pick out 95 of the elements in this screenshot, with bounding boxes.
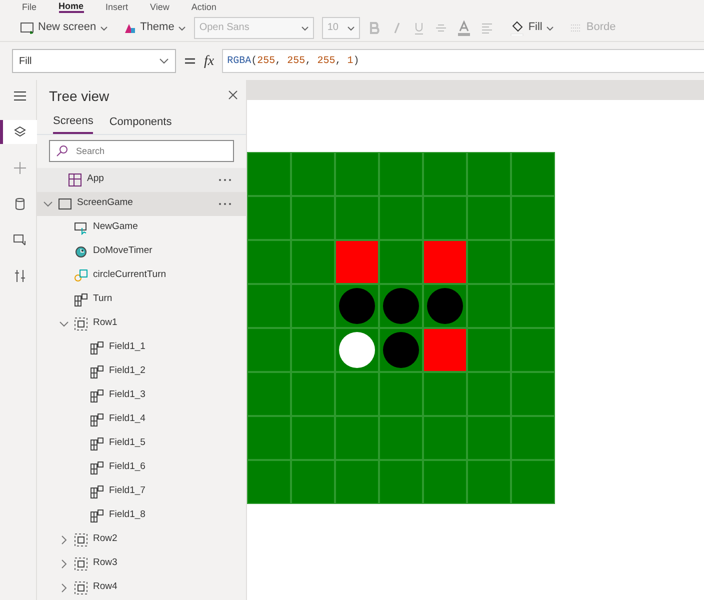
media-icon (12, 233, 26, 247)
app-icon (68, 172, 82, 186)
screen-icon (20, 22, 34, 34)
caret-icon (100, 24, 108, 32)
tree-item[interactable]: Row4 (37, 576, 246, 600)
gallery-icon (90, 412, 104, 426)
item-label: Row2 (93, 532, 118, 546)
menu-tab[interactable]: Action (191, 1, 216, 13)
group-icon (74, 316, 88, 330)
border-icon (570, 22, 582, 34)
button-icon (74, 220, 88, 234)
fx-label: fx (204, 52, 214, 70)
group-icon (74, 532, 88, 546)
tree-item[interactable]: Row2 (37, 528, 246, 552)
tree-item[interactable]: Turn (37, 288, 246, 312)
item-label: Field1_6 (109, 460, 146, 474)
item-label: DoMoveTimer (93, 244, 152, 258)
tree-item[interactable]: Field1_1 (37, 336, 246, 360)
search-field[interactable]: Search (49, 140, 234, 162)
item-label: ScreenGame (77, 196, 133, 210)
caret-icon (159, 57, 169, 65)
tree-item[interactable]: Field1_6 (37, 456, 246, 480)
cylinder-icon (12, 197, 26, 211)
menu-tab[interactable]: File (22, 1, 37, 13)
tree-item[interactable]: Field1_7 (37, 480, 246, 504)
panel-tab[interactable]: Screens (53, 111, 94, 134)
formula-field[interactable]: RGBA(255, 255, 255, 1) (222, 49, 704, 73)
tree-item[interactable]: DoMoveTimer (37, 240, 246, 264)
palette-icon (124, 22, 136, 34)
bold-icon (368, 20, 382, 34)
more-button[interactable] (218, 202, 232, 206)
search-icon (56, 144, 68, 156)
item-label: NewGame (93, 220, 138, 234)
layers-icon (12, 125, 26, 139)
item-label: Field1_4 (109, 412, 146, 426)
tree-item[interactable]: ScreenGame (37, 192, 246, 216)
item-label: Field1_3 (109, 388, 146, 402)
more-button[interactable] (218, 178, 232, 182)
timer-icon (74, 244, 88, 258)
gallery-icon (90, 388, 104, 402)
tree-item[interactable]: Field1_4 (37, 408, 246, 432)
shapes-icon (74, 268, 88, 282)
panel-title: Tree view (48, 87, 110, 106)
item-label: Row3 (93, 556, 118, 570)
tree-item[interactable]: NewGame (37, 216, 246, 240)
gallery-icon (90, 436, 104, 450)
item-label: circleCurrentTurn (93, 268, 166, 282)
menu-tab[interactable]: View (150, 1, 170, 13)
gallery-icon (90, 364, 104, 378)
equals-icon (184, 56, 196, 66)
close-icon (228, 90, 238, 100)
gallery-icon (90, 508, 104, 522)
tree-item[interactable]: Row1 (37, 312, 246, 336)
gallery-icon (90, 484, 104, 498)
more-icon (218, 178, 232, 182)
tree-item[interactable]: Field1_2 (37, 360, 246, 384)
align-icon (480, 20, 494, 34)
rail-button[interactable] (0, 120, 36, 144)
item-label: Field1_1 (109, 340, 146, 354)
screen-icon (58, 196, 72, 210)
tree-item[interactable]: Row3 (37, 552, 246, 576)
gallery-icon (74, 292, 88, 306)
plus-icon (12, 161, 26, 175)
group-icon (74, 556, 88, 570)
tree-item[interactable]: circleCurrentTurn (37, 264, 246, 288)
item-label: Field1_8 (109, 508, 146, 522)
item-label: Field1_5 (109, 436, 146, 450)
item-label: App (87, 172, 104, 186)
caret-icon (347, 24, 356, 32)
caret-icon (301, 24, 310, 32)
gallery-icon (90, 460, 104, 474)
item-label: Field1_2 (109, 364, 146, 378)
item-label: Row1 (93, 316, 118, 330)
theme-button[interactable]: Theme (124, 19, 186, 36)
item-label: Field1_7 (109, 484, 146, 498)
panel-tab[interactable]: Components (109, 111, 172, 134)
caret-icon (546, 24, 554, 32)
font-color-icon (456, 20, 472, 36)
item-label: Turn (93, 292, 112, 306)
hamburger-menu-icon (12, 89, 26, 103)
tree-item[interactable]: Field1_5 (37, 432, 246, 456)
fill-button[interactable]: Fill (510, 19, 554, 36)
paint-bucket-icon (510, 20, 524, 36)
new-screen-button[interactable]: New screen (20, 19, 108, 36)
tree-item[interactable]: App (37, 168, 246, 192)
property-dropdown[interactable]: Fill (12, 49, 176, 73)
tree-item[interactable]: Field1_8 (37, 504, 246, 528)
more-icon (218, 202, 232, 206)
caret-icon (178, 24, 186, 32)
tree-item[interactable]: Field1_3 (37, 384, 246, 408)
menu-tab[interactable]: Insert (106, 1, 128, 13)
group-icon (74, 580, 88, 594)
item-label: Row4 (93, 580, 118, 594)
gallery-icon (90, 340, 104, 354)
tools-icon (12, 269, 26, 283)
